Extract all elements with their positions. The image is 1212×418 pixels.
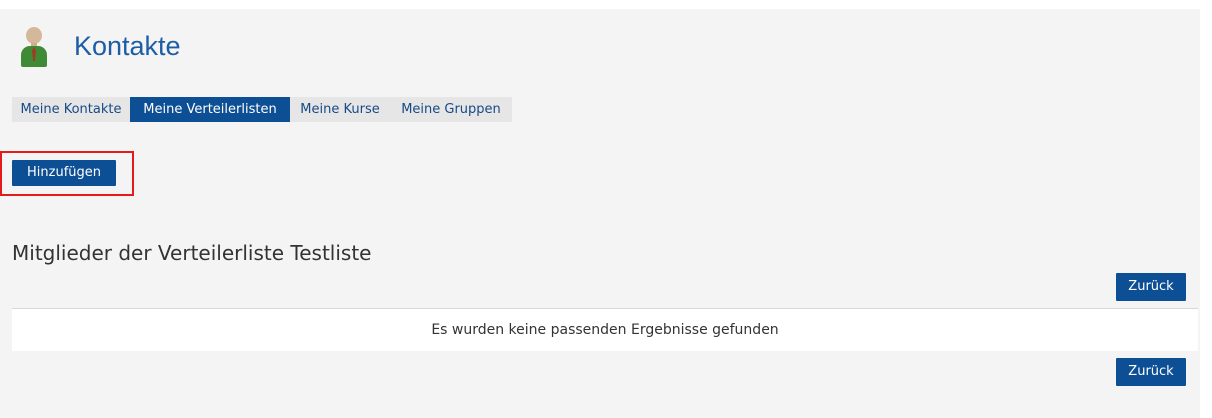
contact-person-icon — [20, 24, 48, 68]
section-title: Mitglieder der Verteilerliste Testliste — [12, 241, 372, 265]
add-button[interactable]: Hinzufügen — [12, 160, 116, 186]
page-header: Kontakte — [20, 24, 181, 68]
empty-results-row: Es wurden keine passenden Ergebnisse gef… — [12, 308, 1198, 351]
tab-meine-kurse[interactable]: Meine Kurse — [290, 97, 390, 122]
content-panel — [0, 9, 1200, 418]
tab-meine-kontakte[interactable]: Meine Kontakte — [12, 97, 130, 122]
back-button-top[interactable]: Zurück — [1116, 273, 1186, 301]
tab-bar: Meine Kontakte Meine Verteilerlisten Mei… — [12, 97, 512, 122]
tab-meine-verteilerlisten[interactable]: Meine Verteilerlisten — [130, 97, 290, 122]
empty-results-message: Es wurden keine passenden Ergebnisse gef… — [431, 322, 779, 338]
tab-meine-gruppen[interactable]: Meine Gruppen — [390, 97, 512, 122]
page-title: Kontakte — [74, 30, 181, 61]
back-button-bottom[interactable]: Zurück — [1116, 358, 1186, 386]
